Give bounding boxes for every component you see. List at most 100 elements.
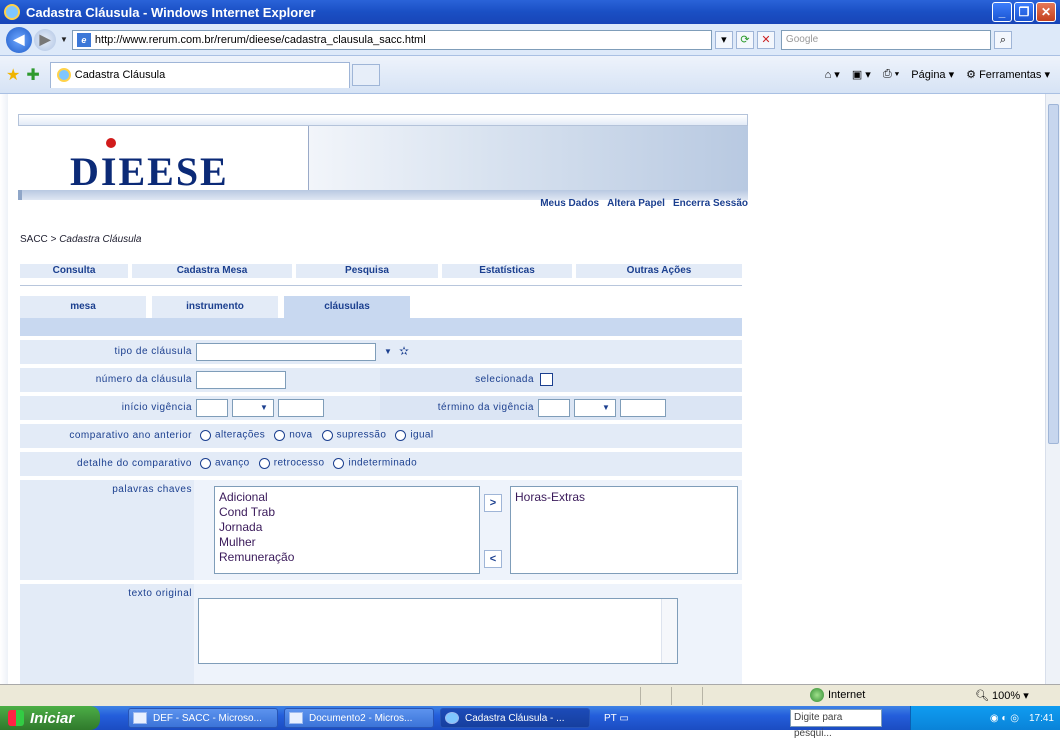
home-icon[interactable]: ⌂ ▾ — [825, 68, 840, 81]
refresh-icon[interactable]: ⟳ — [735, 30, 754, 49]
internet-globe-icon — [810, 688, 824, 702]
list-item[interactable]: Jornada — [219, 520, 475, 535]
numero-clausula-input[interactable] — [196, 371, 286, 389]
tray-icons[interactable]: ◉ ◐ ◎ — [990, 713, 1019, 724]
language-indicator[interactable]: PT ▭ — [604, 713, 629, 724]
chevron-down-icon[interactable]: ▼ — [258, 402, 270, 414]
star-icon[interactable]: ✫ — [398, 345, 410, 357]
link-encerra-sessao[interactable]: Encerra Sessão — [673, 198, 748, 209]
add-keyword-button[interactable]: > — [484, 494, 502, 512]
row-numero: número da cláusula selecionada — [20, 368, 742, 392]
sub-tabs: mesa instrumento cláusulas — [20, 296, 742, 318]
list-item[interactable]: Horas-Extras — [515, 490, 733, 505]
tab-label: Cadastra Cláusula — [74, 69, 166, 81]
menu-outras-acoes[interactable]: Outras Ações — [576, 264, 742, 278]
banner-top-strip — [18, 114, 748, 126]
tab-clausulas[interactable]: cláusulas — [284, 296, 410, 318]
breadcrumb: SACC > Cadastra Cláusula — [20, 234, 141, 245]
taskbar: Iniciar DEF - SACC - Microso... Document… — [0, 706, 1060, 739]
menu-divider — [20, 285, 742, 286]
back-button[interactable]: ◀ — [6, 26, 32, 53]
tools-menu[interactable]: ⚙ Ferramentas ▾ — [966, 68, 1050, 81]
available-keywords-list[interactable]: Adicional Cond Trab Jornada Mulher Remun… — [214, 486, 480, 574]
search-input[interactable]: Google — [780, 29, 991, 50]
search-icon[interactable]: ⌕ — [993, 30, 1012, 49]
breadcrumb-root[interactable]: SACC — [20, 234, 48, 245]
start-button[interactable]: Iniciar — [0, 706, 100, 730]
page-content: DIEESE Meus Dados Altera Papel Encerra S… — [0, 94, 1045, 684]
menu-cadastra-mesa[interactable]: Cadastra Mesa — [132, 264, 292, 278]
system-tray: ◉ ◐ ◎ 17:41 — [910, 706, 1060, 730]
history-dropdown-icon[interactable]: ▼ — [60, 35, 68, 44]
list-item[interactable]: Mulher — [219, 535, 475, 550]
inicio-ano-input[interactable] — [278, 399, 324, 417]
link-altera-papel[interactable]: Altera Papel — [607, 198, 665, 209]
radio-alteracoes-label: alterações — [215, 429, 266, 441]
list-item[interactable]: Cond Trab — [219, 505, 475, 520]
termino-ano-input[interactable] — [620, 399, 666, 417]
maximize-button[interactable]: ❐ — [1014, 2, 1034, 22]
feeds-icon[interactable]: ▣ ▾ — [852, 68, 871, 81]
inicio-dia-input[interactable] — [196, 399, 228, 417]
textarea-scrollbar[interactable] — [661, 599, 677, 663]
clock: 17:41 — [1028, 712, 1054, 724]
taskbar-item-cadastra-clausula[interactable]: Cadastra Cláusula - ... — [440, 708, 590, 728]
taskbar-item-def-sacc[interactable]: DEF - SACC - Microso... — [128, 708, 278, 728]
label-numero-clausula: número da cláusula — [95, 374, 192, 385]
radio-retrocesso[interactable] — [258, 457, 270, 469]
chevron-down-icon[interactable]: ▼ — [382, 346, 394, 358]
row-tipo: tipo de cláusula ▼ ✫ — [20, 340, 742, 364]
radio-indeterminado[interactable] — [333, 457, 345, 469]
tab-instrumento[interactable]: instrumento — [152, 296, 278, 318]
list-item[interactable]: Adicional — [219, 490, 475, 505]
zoom-control[interactable]: 🔍︎ 100% ▾ — [975, 689, 1029, 702]
selecionada-checkbox[interactable] — [540, 373, 553, 386]
tab-mesa[interactable]: mesa — [20, 296, 146, 318]
termino-dia-input[interactable] — [538, 399, 570, 417]
radio-avanco[interactable] — [200, 457, 211, 469]
url-input[interactable]: e http://www.rerum.com.br/rerum/dieese/c… — [71, 29, 712, 50]
radio-supressao[interactable] — [321, 429, 333, 441]
page-menu[interactable]: Página ▾ — [911, 68, 954, 81]
scrollbar-thumb[interactable] — [1048, 104, 1059, 444]
texto-original-textarea[interactable] — [198, 598, 678, 664]
taskbar-item-documento2[interactable]: Documento2 - Micros... — [284, 708, 434, 728]
label-detalhe: detalhe do comparativo — [77, 458, 192, 469]
close-button[interactable]: ✕ — [1036, 2, 1056, 22]
remove-keyword-button[interactable]: < — [484, 550, 502, 568]
site-banner: DIEESE Meus Dados Altera Papel Encerra S… — [18, 126, 748, 214]
minimize-button[interactable]: _ — [992, 2, 1012, 22]
taskbar-item-label: DEF - SACC - Microso... — [153, 712, 262, 724]
window-title-bar[interactable]: Cadastra Cláusula - Windows Internet Exp… — [0, 0, 1060, 24]
menu-consulta[interactable]: Consulta — [20, 264, 128, 278]
row-palavras: palavras chaves Adicional Cond Trab Jorn… — [20, 480, 742, 580]
url-dropdown-icon[interactable]: ▾ — [714, 30, 733, 49]
favorites-star-icon[interactable]: ★ — [6, 65, 20, 85]
add-favorites-icon[interactable]: ✚ — [26, 65, 39, 85]
label-texto-original: texto original — [128, 588, 192, 599]
user-links: Meus Dados Altera Papel Encerra Sessão — [540, 198, 748, 209]
command-bar: ⌂ ▾ ▣ ▾ ⎙ ▾ Página ▾ ⚙ Ferramentas ▾ — [825, 68, 1050, 81]
taskbar-search-input[interactable]: Digite para pesqui... — [790, 709, 882, 739]
menu-estatisticas[interactable]: Estatísticas — [442, 264, 572, 278]
list-item[interactable]: Remuneração — [219, 550, 475, 565]
chevron-down-icon[interactable]: ▼ — [600, 402, 612, 414]
page-scrollbar[interactable] — [1045, 94, 1060, 684]
link-meus-dados[interactable]: Meus Dados — [540, 198, 599, 209]
selected-keywords-list[interactable]: Horas-Extras — [510, 486, 738, 574]
print-icon[interactable]: ⎙ ▾ — [883, 68, 899, 81]
tipo-clausula-select[interactable] — [196, 343, 376, 361]
browser-tab[interactable]: Cadastra Cláusula — [49, 61, 350, 88]
zone-indicator[interactable]: Internet — [810, 688, 865, 702]
radio-igual[interactable] — [395, 429, 407, 441]
comparativo-radio-group: alterações nova supressão igual — [194, 429, 434, 441]
content-margin — [0, 94, 8, 684]
stop-icon[interactable]: ✕ — [756, 30, 775, 49]
row-comparativo: comparativo ano anterior alterações nova… — [20, 424, 742, 448]
menu-pesquisa[interactable]: Pesquisa — [296, 264, 438, 278]
status-divider — [671, 686, 672, 705]
new-tab-button[interactable] — [351, 63, 380, 86]
radio-nova[interactable] — [274, 429, 286, 441]
radio-alteracoes[interactable] — [200, 429, 211, 441]
forward-button[interactable]: ▶ — [34, 28, 56, 51]
